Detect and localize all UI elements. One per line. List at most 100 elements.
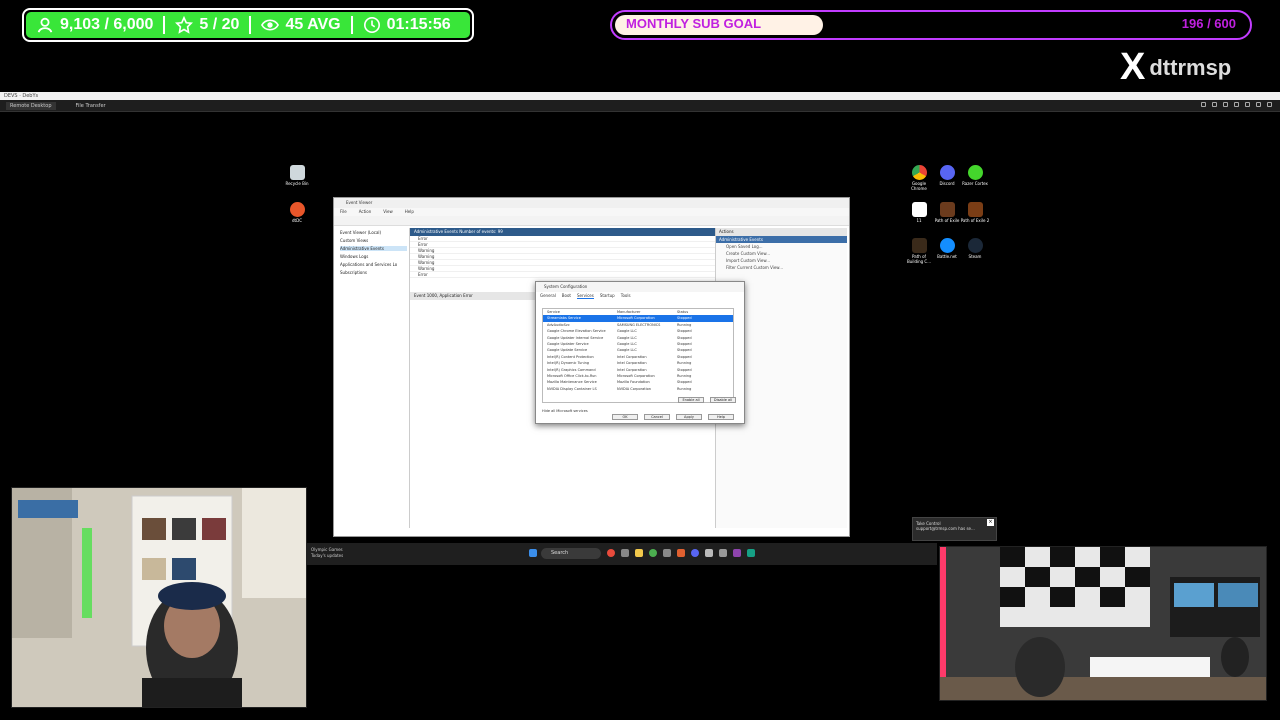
desktop-icon-recycle-bin[interactable]: Recycle Bin [282,165,312,186]
event-list-header: Administrative Events Number of events: … [410,228,716,236]
windows-taskbar: Olympic Games Today's updates Search [307,543,937,565]
menu-action[interactable]: Action [359,208,372,216]
remote-title: DEVS · DebYs [4,93,39,99]
menu-file[interactable]: File [340,208,347,216]
event-row[interactable]: Error [410,272,716,278]
app-icon[interactable] [719,549,727,557]
desktop-icon-label: Steam [968,254,982,259]
desktop-icon-label: Path of Building C... [906,254,932,264]
tab-remote-desktop[interactable]: Remote Desktop [6,101,56,110]
dialog-tabs: General Boot Services Startup Tools [536,292,744,299]
news-widget[interactable]: Olympic Games Today's updates [307,547,343,559]
event-viewer-titlebar: Event Viewer [334,198,849,208]
apply-button[interactable]: Apply [676,414,702,420]
app-icon[interactable] [677,549,685,557]
clock-icon [363,16,380,34]
tab-services[interactable]: Services [576,292,594,299]
action-item[interactable]: Filter Current Custom View... [716,264,847,271]
file-icon [911,202,927,217]
menu-help[interactable]: Help [405,208,414,216]
enable-all-button[interactable]: Enable all [678,397,704,403]
app-icon[interactable] [621,549,629,557]
action-item[interactable]: Import Custom View... [716,257,847,264]
sub-goal-bar: MONTHLY SUB GOAL 196 / 600 [610,10,1252,40]
tree-item[interactable]: Subscriptions [340,270,407,275]
desktop-icon-poe[interactable]: Path of Exile [932,202,962,223]
webcam-left [11,487,307,708]
desktop-icon-discord[interactable]: Discord [932,165,962,186]
desktop-icon-poe2[interactable]: Path of Exile 2 [960,202,990,223]
search-box[interactable]: Search [541,548,601,559]
app-icon[interactable] [705,549,713,557]
x-handle-name: dttrmsp [1149,54,1232,80]
desktop-icon-razer[interactable]: Razer Cortex [960,165,990,186]
settings-icon[interactable] [1201,102,1206,107]
followers-count: 9,103 / 6,000 [60,16,154,33]
desktop-icon-chrome[interactable]: Google Chrome [904,165,934,191]
folder-icon[interactable] [635,549,643,557]
keyboard-icon[interactable] [1212,102,1217,107]
desktop-icon-label: Battle.net [937,254,957,259]
desktop-icon-label: Razer Cortex [962,181,988,186]
app-icon[interactable] [607,549,615,557]
app-icon[interactable] [733,549,741,557]
tree-item[interactable]: Windows Logs [340,254,407,259]
service-cell-status: Running [677,386,692,391]
star-icon [175,16,194,34]
tab-boot[interactable]: Boot [562,292,571,299]
webcam-left-scene [12,488,306,707]
desktop-icon-file[interactable]: 11 [904,202,934,223]
service-row[interactable]: NVIDIA Display Container LS NVIDIA Corpor… [543,386,733,392]
action-item[interactable]: Open Saved Log... [716,243,847,250]
chat-icon[interactable] [1223,102,1228,107]
social-handle: X dttrmsp [1120,46,1231,89]
action-item[interactable]: Create Custom View... [716,250,847,257]
service-cell-mfr: NVIDIA Corporation [617,386,651,391]
fullscreen-icon[interactable] [1256,102,1261,107]
actions-section: Administrative Events [716,236,847,243]
tree-item[interactable]: Applications and Services Lo [340,262,407,267]
tab-file-transfer[interactable]: File Transfer [72,102,110,110]
help-button[interactable]: Help [708,414,734,420]
recycle-bin-icon [289,165,305,180]
stream-timer: 01:15:56 [386,16,451,33]
remote-titlebar: DEVS · DebYs [0,92,1280,100]
discord-icon[interactable] [691,549,699,557]
poe2-icon [967,202,983,217]
eye-icon [261,19,280,31]
menu-view[interactable]: View [383,208,393,216]
tab-startup[interactable]: Startup [600,292,615,299]
viewers-count: 45 AVG [285,16,341,33]
desktop-icon-label: Path of Exile 2 [960,218,990,223]
app-icon[interactable] [747,549,755,557]
hide-ms-checkbox[interactable]: Hide all Microsoft services [542,409,588,413]
desktop-icon-steam[interactable]: Steam [960,238,990,259]
poe-icon [939,202,955,217]
monitor-icon[interactable] [1245,102,1250,107]
webcam-right-scene [940,547,1266,700]
sub-goal-label: MONTHLY SUB GOAL [626,16,762,31]
desktop-icon-label: Path of Exile [934,218,960,223]
start-icon[interactable] [529,549,537,557]
sub-goal-count: 196 / 600 [1181,16,1236,31]
tree-item[interactable]: Event Viewer (Local) [340,230,407,235]
disable-all-button[interactable]: Disable all [710,397,736,403]
desktop-icon-dtdc[interactable]: dtDC [282,202,312,223]
take-control-toast: Take Control support@trmsp.com has se...… [912,517,997,541]
desktop-icon-pob[interactable]: Path of Building C... [904,238,934,264]
viewers-stat: 45 AVG [251,12,350,38]
screenshot-icon[interactable] [1234,102,1239,107]
app-icon[interactable] [663,549,671,557]
stream-stats-bar: 9,103 / 6,000 5 / 20 45 AVG 01:15:56 [22,8,474,42]
desktop-icon-battlenet[interactable]: Battle.net [932,238,962,259]
cancel-button[interactable]: Cancel [644,414,670,420]
tab-general[interactable]: General [540,292,556,299]
razer-icon [967,165,983,180]
close-icon[interactable]: × [987,519,994,526]
close-icon[interactable] [1267,102,1272,107]
ok-button[interactable]: OK [612,414,638,420]
tree-item[interactable]: Custom Views [340,238,407,243]
tab-tools[interactable]: Tools [621,292,631,299]
tree-item-selected[interactable]: Administrative Events [340,246,407,251]
chrome-icon[interactable] [649,549,657,557]
